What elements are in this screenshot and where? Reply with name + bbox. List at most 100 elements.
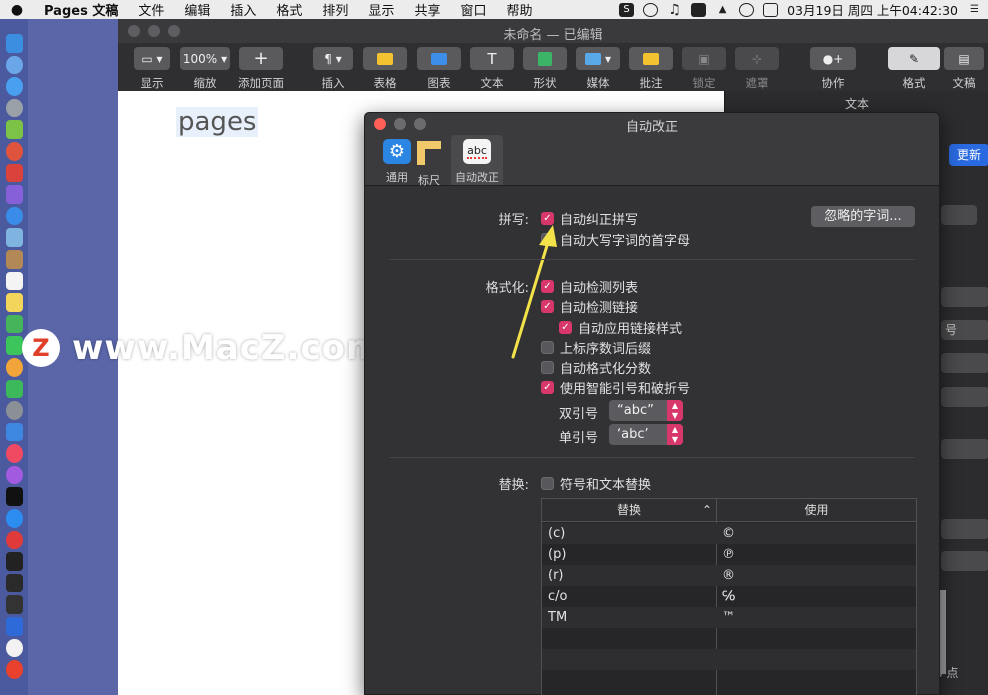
preview-icon[interactable] xyxy=(5,228,23,247)
menu-arrange[interactable]: 排列 xyxy=(312,0,358,19)
table-row-empty[interactable] xyxy=(542,628,916,649)
safari-icon[interactable] xyxy=(5,77,23,96)
messages-icon[interactable] xyxy=(5,336,23,355)
mask-tool[interactable]: ⊹ 遮罩 xyxy=(735,47,779,91)
vpn-icon[interactable] xyxy=(5,617,23,636)
android-icon[interactable] xyxy=(5,120,23,139)
globe-icon[interactable] xyxy=(643,2,659,17)
app-red-icon[interactable] xyxy=(5,163,23,183)
detect-links-checkbox[interactable]: ✓ xyxy=(541,300,554,313)
update-button[interactable]: 更新 xyxy=(949,144,988,166)
menubar-clock[interactable]: 03月19日 周四 上午04:42:30 xyxy=(787,0,958,19)
collaborate-tool[interactable]: ●+ 协作 xyxy=(810,47,856,91)
menu-window[interactable]: 窗口 xyxy=(450,0,496,19)
weibo-icon[interactable] xyxy=(5,660,23,679)
menu-view[interactable]: 显示 xyxy=(358,0,404,19)
view-tool[interactable]: ▭ ▾ 显示 xyxy=(134,47,170,91)
calendar-icon[interactable] xyxy=(763,2,779,17)
format-fractions-option[interactable]: 自动格式化分数 xyxy=(541,358,651,377)
menu-help[interactable]: 帮助 xyxy=(496,0,542,19)
single-quote-select[interactable]: ‘abc’ ▲ ▼ xyxy=(609,424,683,445)
numbers-icon[interactable] xyxy=(5,314,23,334)
app-store-icon[interactable] xyxy=(5,509,23,528)
add-page-tool[interactable]: + 添加页面 xyxy=(238,47,284,91)
time-machine-icon[interactable] xyxy=(739,2,755,17)
yandex-icon[interactable] xyxy=(5,638,23,658)
chrome-icon[interactable] xyxy=(5,141,23,161)
airplay-icon[interactable]: ▲ xyxy=(715,3,730,17)
facetime-icon[interactable] xyxy=(5,379,23,399)
ignored-words-button[interactable]: 忽略的字词... xyxy=(811,206,915,227)
calendar-dock-icon[interactable] xyxy=(5,271,23,291)
comment-tool[interactable]: 批注 xyxy=(629,47,673,91)
music-icon[interactable]: ♫ xyxy=(667,3,682,17)
document-body-text[interactable]: pages xyxy=(176,107,259,137)
tab-autocorrect[interactable]: abc 自动改正 xyxy=(451,135,503,185)
photos-icon[interactable] xyxy=(5,357,23,377)
link-style-option[interactable]: ✓ 自动应用链接样式 xyxy=(559,318,682,337)
menu-edit[interactable]: 编辑 xyxy=(174,0,220,19)
symbol-replacement-checkbox[interactable] xyxy=(541,477,554,490)
finder-icon[interactable] xyxy=(5,34,23,53)
app-menu[interactable]: Pages 文稿 xyxy=(34,0,128,19)
music-dock-icon[interactable] xyxy=(5,444,23,463)
symbol-replacement-option[interactable]: 符号和文本替换 xyxy=(541,474,651,493)
table-row[interactable]: (p) ℗ xyxy=(542,544,916,565)
column-header-replace[interactable]: 替换 ⌃ xyxy=(542,499,716,522)
sidebar-select-1[interactable]: 号 xyxy=(941,320,988,340)
smart-quotes-option[interactable]: ✓ 使用智能引号和破折号 xyxy=(541,378,690,397)
zoom-select[interactable]: 100% ▾ xyxy=(180,47,230,70)
color-wheel-icon[interactable] xyxy=(941,439,988,459)
table-row-empty[interactable] xyxy=(542,649,916,670)
column-header-with[interactable]: 使用 xyxy=(716,499,916,522)
podcasts-icon[interactable] xyxy=(5,465,23,485)
format-fractions-checkbox[interactable] xyxy=(541,361,554,374)
detect-lists-checkbox[interactable]: ✓ xyxy=(541,280,554,293)
apple-menu-icon[interactable]: ● xyxy=(0,2,34,18)
menu-file[interactable]: 文件 xyxy=(128,0,174,19)
keynote-icon[interactable] xyxy=(5,422,23,442)
replacement-table[interactable]: 替换 ⌃ 使用 (c) © (p) ℗ (r) ® c/o ℅ TM ™ xyxy=(541,498,917,695)
vivaldi-icon[interactable] xyxy=(5,530,23,550)
chart-tool[interactable]: 图表 xyxy=(417,47,461,91)
launchpad-icon[interactable] xyxy=(5,55,23,75)
menu-share[interactable]: 共享 xyxy=(404,0,450,19)
menu-format[interactable]: 格式 xyxy=(266,0,312,19)
sidebar-stepper-1[interactable] xyxy=(941,287,988,307)
smart-quotes-checkbox[interactable]: ✓ xyxy=(541,381,554,394)
sidebar-field-2[interactable] xyxy=(941,519,988,539)
link-style-checkbox[interactable]: ✓ xyxy=(559,321,572,334)
menu-insert[interactable]: 插入 xyxy=(220,0,266,19)
insert-tool[interactable]: ¶ ▾ 插入 xyxy=(313,47,353,91)
tab-ruler[interactable]: 标尺 xyxy=(403,135,455,187)
compass-icon[interactable] xyxy=(5,206,23,226)
gear-icon[interactable] xyxy=(941,353,988,373)
list-icon[interactable]: ☰ xyxy=(967,3,982,17)
shape-tool[interactable]: 形状 xyxy=(523,47,567,91)
document-tool[interactable]: ▤ 文稿 xyxy=(944,47,984,91)
display-icon[interactable] xyxy=(691,2,707,17)
zoom-tool[interactable]: 100% ▾ 缩放 xyxy=(180,47,230,91)
detect-links-option[interactable]: ✓ 自动检测链接 xyxy=(541,297,638,316)
settings-icon[interactable] xyxy=(5,401,23,420)
app-purple-icon[interactable] xyxy=(5,185,23,204)
terminal-icon[interactable] xyxy=(5,552,23,571)
ordinal-suffix-option[interactable]: 上标序数词后缀 xyxy=(541,338,651,357)
notes-icon[interactable] xyxy=(5,293,23,312)
ordinal-suffix-checkbox[interactable] xyxy=(541,341,554,354)
rocket-icon[interactable] xyxy=(5,98,23,118)
sidebar-select-2[interactable] xyxy=(941,387,988,407)
sidebar-field-3[interactable] xyxy=(941,551,988,571)
table-row[interactable]: (r) ® xyxy=(542,565,916,586)
activity-icon[interactable] xyxy=(5,573,23,593)
double-quote-select[interactable]: “abc” ▲ ▼ xyxy=(609,400,683,421)
detect-lists-option[interactable]: ✓ 自动检测列表 xyxy=(541,277,638,296)
table-row[interactable]: TM ™ xyxy=(542,607,916,628)
table-row[interactable]: c/o ℅ xyxy=(542,586,916,607)
sidebar-field-1[interactable] xyxy=(941,205,977,225)
format-tool[interactable]: ✎ 格式 xyxy=(888,47,940,91)
apple-tv-icon[interactable] xyxy=(5,487,23,507)
media-tool[interactable]: ▾ 媒体 xyxy=(576,47,620,91)
table-row[interactable]: (c) © xyxy=(542,523,916,544)
text-tool[interactable]: T 文本 xyxy=(470,47,514,91)
